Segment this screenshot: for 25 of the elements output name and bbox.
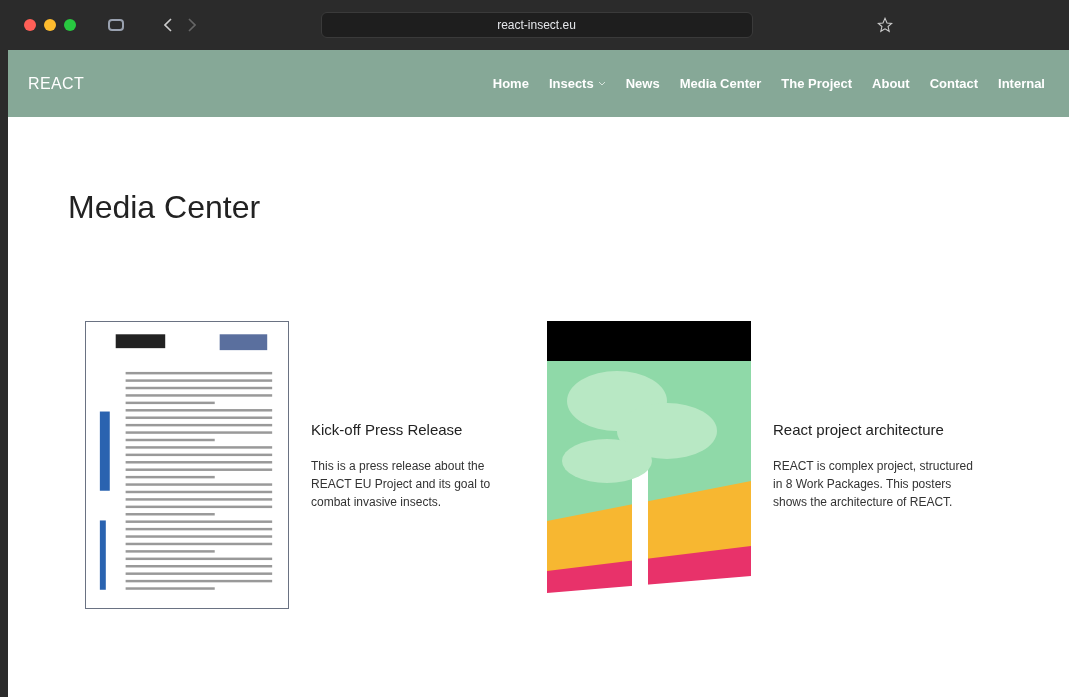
back-icon[interactable] [164,18,172,32]
nav-link[interactable]: Insects [548,73,606,94]
sidebar-icon[interactable] [108,19,124,31]
media-description: REACT is complex project, structured in 8 Work Packages. This posters shows the architecture of REACT. [773,458,974,512]
press-release-thumbnail[interactable] [85,321,289,609]
nav-link[interactable]: Contact [929,73,979,94]
media-title[interactable]: Kick-off Press Release [311,418,521,442]
site-logo[interactable]: REACT [28,71,85,96]
nav-link[interactable]: Home [492,73,529,94]
nav-link[interactable]: Media Center [679,73,762,94]
minimize-window-icon[interactable] [44,19,56,31]
media-description: This is a press release about the REACT EU Project and its goal to combat invasive insects. [311,458,492,512]
address-bar[interactable]: react-insect.eu [320,12,753,38]
nav-link[interactable]: News [625,73,660,94]
star-icon[interactable] [877,17,893,33]
nav-link[interactable]: The Project [781,73,853,94]
nav-link[interactable]: Internal [998,73,1045,94]
close-window-icon[interactable] [24,19,36,31]
project-poster-thumbnail[interactable] [547,321,751,609]
chevron-icon [597,81,606,86]
maximize-window-icon[interactable] [64,19,76,31]
media-title[interactable]: React project architecture [773,418,983,442]
nav-link[interactable]: About [872,73,910,94]
forward-icon[interactable] [188,18,196,32]
page-title: Media Center [68,188,262,227]
